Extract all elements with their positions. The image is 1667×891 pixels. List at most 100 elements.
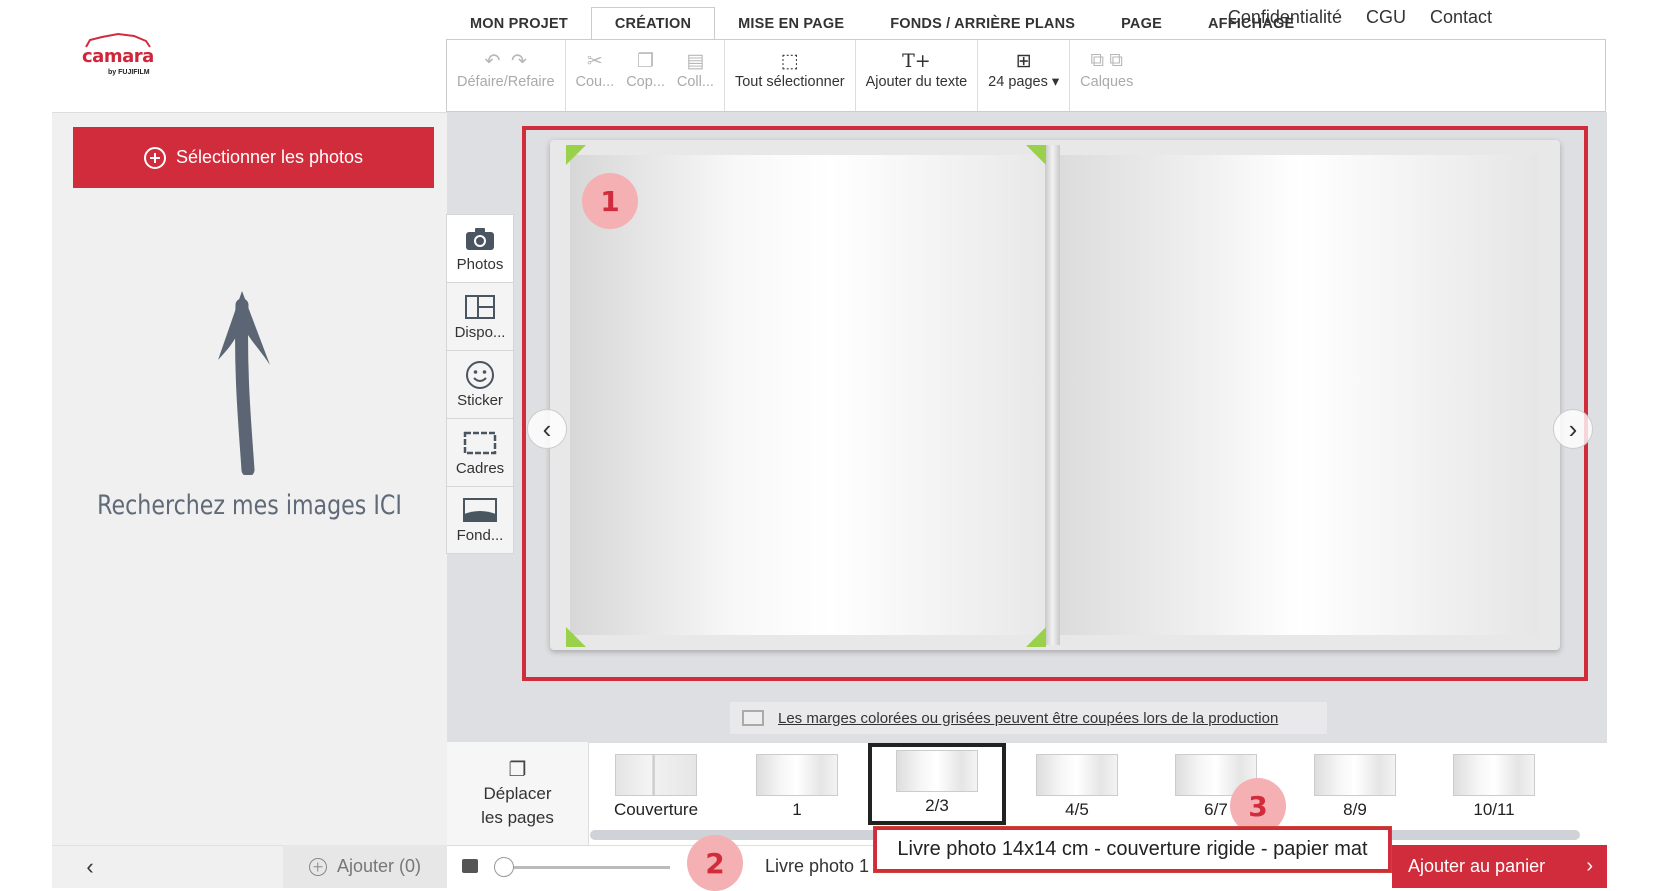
cut-label: Cou... <box>575 74 615 90</box>
undo-redo-button[interactable]: ↶ ↷ Défaire/Refaire <box>451 40 561 111</box>
photo-panel <box>52 112 447 845</box>
page-thumbnail-selected[interactable]: 2/3 <box>868 743 1006 825</box>
corner-marker-bottom-left <box>566 627 586 647</box>
next-spread-chevron-right-icon[interactable]: › <box>1553 409 1593 449</box>
side-tools: Photos Dispo... Sticker Cadres Fond... <box>446 214 514 554</box>
page-thumbnail[interactable]: Couverture <box>591 748 721 828</box>
add-text-icon: T+ <box>902 50 931 72</box>
tab-creation[interactable]: CRÉATION <box>590 7 716 40</box>
thumbnail-image <box>756 754 838 796</box>
previous-spread-chevron-left-icon[interactable]: ‹ <box>527 409 567 449</box>
thumbnail-image <box>1036 754 1118 796</box>
tool-photos[interactable]: Photos <box>446 214 514 282</box>
move-pages-line2: les pages <box>481 807 554 827</box>
thumbnail-label: 1 <box>792 800 802 819</box>
image-zoom-icon <box>462 859 478 873</box>
redo-icon: ↷ <box>511 50 527 72</box>
tab-mise-en-page[interactable]: MISE EN PAGE <box>715 7 867 40</box>
corner-marker-bottom-center <box>1026 627 1046 647</box>
tab-page[interactable]: PAGE <box>1098 7 1185 40</box>
page-thumbnail[interactable]: 8/9 <box>1290 748 1420 828</box>
layers-button[interactable]: ⧉ ⧉ Calques <box>1074 40 1139 111</box>
thumbnail-label: 4/5 <box>1065 800 1089 819</box>
add-text-label: Ajouter du texte <box>865 74 968 90</box>
tab-fonds[interactable]: FONDS / ARRIÈRE PLANS <box>867 7 1098 40</box>
annotation-marker-2: 2 <box>687 835 743 891</box>
tool-frames[interactable]: Cadres <box>446 418 514 486</box>
pages-dropdown[interactable]: ⊞ 24 pages ▾ <box>982 40 1065 111</box>
move-pages-line1: Déplacer <box>483 783 552 803</box>
layout-grid-icon <box>465 293 495 321</box>
plus-circle-icon <box>143 146 166 169</box>
stack-pages-icon: ❐ <box>508 758 527 781</box>
tool-photos-label: Photos <box>456 255 504 273</box>
cut-button[interactable]: ✂ Cou... <box>570 40 621 111</box>
margin-warning[interactable]: Les marges colorées ou grisées peuvent ê… <box>730 702 1327 734</box>
brand-name: camara <box>82 46 154 67</box>
link-confidentialite[interactable]: Confidentialité <box>1228 7 1342 28</box>
zoom-slider-track[interactable] <box>497 866 670 869</box>
copy-icon: ❐ <box>637 50 655 72</box>
book-spine <box>1045 145 1060 645</box>
annotation-marker-3: 3 <box>1230 778 1286 834</box>
right-page[interactable] <box>1060 155 1538 635</box>
thumbnail-label: 10/11 <box>1473 800 1515 819</box>
undo-redo-label: Défaire/Refaire <box>457 74 555 90</box>
move-pages-button[interactable]: ❐ Déplacer les pages <box>447 742 589 845</box>
tab-mon-projet[interactable]: MON PROJET <box>447 7 591 40</box>
paste-label: Coll... <box>676 74 714 90</box>
thumbnail-label: 2/3 <box>925 796 949 815</box>
left-page[interactable] <box>570 155 1045 635</box>
thumbnail-image <box>896 750 978 792</box>
link-cgu[interactable]: CGU <box>1366 7 1406 28</box>
collapse-panel-chevron-left-icon[interactable]: ‹ <box>75 852 105 882</box>
copy-button[interactable]: ❐ Cop... <box>620 40 671 111</box>
main-tabs: MON PROJET CRÉATION MISE EN PAGE FONDS /… <box>447 7 1317 40</box>
add-to-cart-label: Ajouter au panier <box>1408 856 1546 876</box>
page-thumbnail[interactable]: 1 <box>732 748 862 828</box>
add-photos-button[interactable]: Ajouter (0) <box>283 845 447 888</box>
annotation-marker-1: 1 <box>582 173 638 229</box>
top-links: Confidentialité CGU Contact <box>1228 7 1492 28</box>
thumbnail-label: 8/9 <box>1343 800 1367 819</box>
product-name: Livre photo 1 <box>765 856 870 876</box>
link-contact[interactable]: Contact <box>1430 7 1492 28</box>
select-all-button[interactable]: ⬚ Tout sélectionner <box>729 40 851 111</box>
thumbnail-image <box>615 754 697 796</box>
tool-layout[interactable]: Dispo... <box>446 282 514 350</box>
book-icon: ⊞ <box>1015 50 1032 72</box>
select-photos-label: Sélectionner les photos <box>175 147 364 167</box>
clipboard-icon: ▤ <box>686 50 705 72</box>
chevron-right-icon: › <box>1586 855 1593 877</box>
camara-logo[interactable]: camara by FUJIFILM <box>70 32 165 80</box>
tool-backgrounds[interactable]: Fond... <box>446 486 514 554</box>
layers-label: Calques <box>1080 74 1134 90</box>
up-arrow-illustration <box>218 291 270 475</box>
tool-sticker[interactable]: Sticker <box>446 350 514 418</box>
paste-button[interactable]: ▤ Coll... <box>671 40 720 111</box>
zoom-slider-handle[interactable] <box>494 857 514 877</box>
page-thumbnail[interactable]: 10/11 <box>1429 748 1559 828</box>
layers-icon: ⧉ ⧉ <box>1090 50 1123 71</box>
page-thumbnail[interactable]: 4/5 <box>1012 748 1142 828</box>
scissors-icon: ✂ <box>586 50 603 72</box>
camera-icon <box>465 225 495 253</box>
caret-down-icon: ▾ <box>1051 74 1060 90</box>
undo-icon: ↶ <box>484 50 501 72</box>
margin-warning-checkbox[interactable] <box>742 710 764 726</box>
toolbar: ↶ ↷ Défaire/Refaire ✂ Cou... ❐ Cop... ▤ … <box>446 39 1606 112</box>
corner-marker-top-left <box>566 145 586 165</box>
select-all-label: Tout sélectionner <box>734 74 845 90</box>
select-photos-button[interactable]: Sélectionner les photos <box>73 127 434 188</box>
add-to-cart-button[interactable]: Ajouter au panier › <box>1392 845 1607 888</box>
smiley-icon <box>465 360 495 389</box>
tool-frames-label: Cadres <box>455 459 505 477</box>
add-text-button[interactable]: T+ Ajouter du texte <box>860 40 974 111</box>
tool-backgrounds-label: Fond... <box>456 527 504 544</box>
brand-byline: by FUJIFILM <box>108 69 150 76</box>
photo-book-spread[interactable] <box>550 140 1560 650</box>
corner-marker-top-center <box>1026 145 1046 165</box>
select-all-icon: ⬚ <box>780 50 799 72</box>
thumbnail-image <box>1453 754 1535 796</box>
tool-sticker-label: Sticker <box>457 391 503 409</box>
